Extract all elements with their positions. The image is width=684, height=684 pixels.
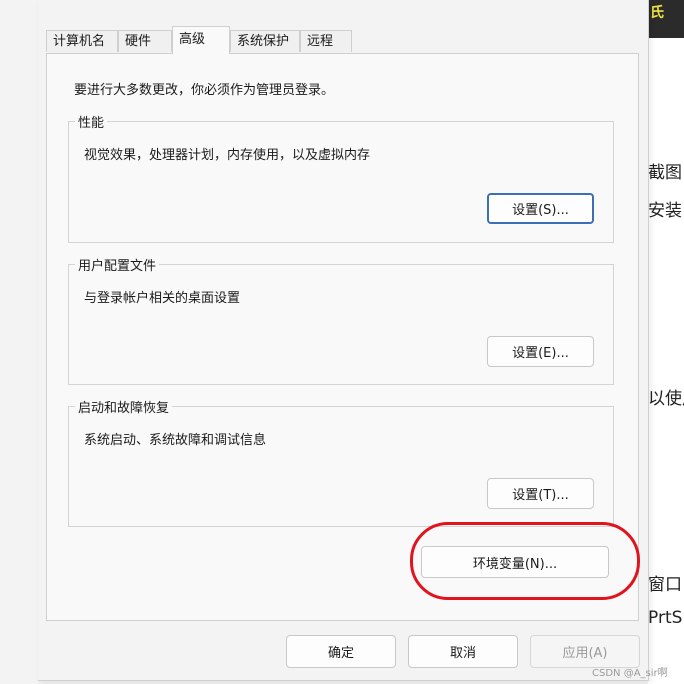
user-profiles-description: 与登录帐户相关的桌面设置 <box>84 291 241 306</box>
background-text-fragment: 窗口 <box>648 575 682 595</box>
tab-system-protection[interactable]: 系统保护 <box>230 30 300 52</box>
ok-button[interactable]: 确定 <box>286 635 396 668</box>
dialog-footer: 确定 取消 应用(A) <box>38 621 648 680</box>
user-profiles-group: 用户配置文件 与登录帐户相关的桌面设置 设置(E)... <box>68 255 614 385</box>
performance-title: 性能 <box>75 112 108 131</box>
background-text-fragment: 截图 <box>648 163 682 183</box>
background-text-fragment: 安装 <box>648 201 682 221</box>
background-text-fragment: PrtS <box>648 608 683 628</box>
user-profiles-title: 用户配置文件 <box>75 255 160 274</box>
startup-recovery-group: 启动和故障恢复 系统启动、系统故障和调试信息 设置(T)... <box>68 397 614 527</box>
cancel-button[interactable]: 取消 <box>408 635 518 668</box>
startup-recovery-title: 启动和故障恢复 <box>75 397 173 416</box>
startup-recovery-settings-button[interactable]: 设置(T)... <box>487 478 594 509</box>
tab-remote[interactable]: 远程 <box>300 30 352 52</box>
background-text-fragment: 以使用 <box>648 389 684 409</box>
performance-description: 视觉效果，处理器计划，内存使用，以及虚拟内存 <box>84 148 371 163</box>
watermark: CSDN @A_sir啊 <box>592 668 668 679</box>
background-topbar: 氏 <box>648 0 684 38</box>
tab-advanced[interactable]: 高级 <box>172 26 230 54</box>
user-profiles-settings-button[interactable]: 设置(E)... <box>487 336 594 367</box>
performance-group: 性能 视觉效果，处理器计划，内存使用，以及虚拟内存 设置(S)... <box>68 112 614 243</box>
startup-recovery-description: 系统启动、系统故障和调试信息 <box>84 433 267 448</box>
performance-settings-button[interactable]: 设置(S)... <box>487 193 594 224</box>
environment-variables-button[interactable]: 环境变量(N)... <box>421 546 609 578</box>
system-properties-dialog: 计算机名 硬件 高级 系统保护 远程 要进行大多数更改，你必须作为管理员登录。 … <box>38 0 649 681</box>
tab-hardware[interactable]: 硬件 <box>118 30 172 52</box>
advanced-tab-panel: 要进行大多数更改，你必须作为管理员登录。 性能 视觉效果，处理器计划，内存使用，… <box>46 53 639 621</box>
tab-computer-name[interactable]: 计算机名 <box>46 30 118 52</box>
admin-note: 要进行大多数更改，你必须作为管理员登录。 <box>74 83 335 98</box>
background-corner-text: 氏 <box>650 5 664 21</box>
